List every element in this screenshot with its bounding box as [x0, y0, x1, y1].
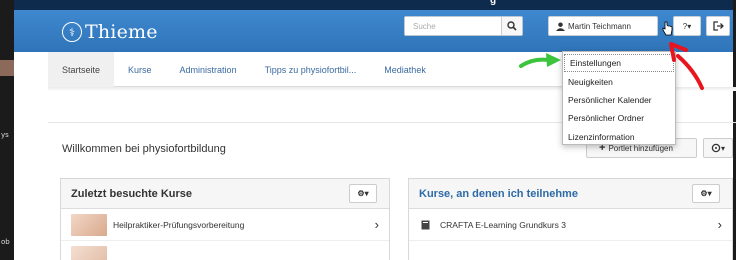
list-item[interactable]: Heilpraktiker-Prüfungsvorbereitung ›	[61, 209, 389, 241]
chevron-down-icon: ▾	[707, 189, 712, 198]
search-icon	[507, 21, 517, 31]
settings-icon	[711, 143, 721, 153]
welcome-heading: Willkommen bei physiofortbildung	[62, 143, 226, 155]
left-background-window: ys ob	[0, 0, 14, 260]
panel-settings-button[interactable]: ⚙ ▾	[349, 184, 377, 203]
top-dark-bar: g	[14, 0, 736, 10]
chevron-down-icon: ▾	[364, 189, 369, 198]
chevron-right-icon: ›	[374, 217, 379, 232]
gear-icon: ⚙	[700, 189, 708, 198]
gear-icon: ⚙	[357, 189, 365, 198]
panel-title: Kurse, an denen ich teilnehme	[419, 187, 578, 200]
background-thumbnail	[0, 60, 14, 76]
green-arrow-annotation	[519, 53, 561, 68]
panel-settings-button[interactable]: ⚙ ▾	[692, 184, 720, 203]
background-text: ys	[1, 131, 9, 139]
menu-item-lizenzinformation[interactable]: Lizenzinformation	[563, 128, 675, 146]
search-box	[404, 16, 523, 36]
panel-header: Kurse, an denen ich teilnehme ⚙ ▾	[409, 179, 732, 209]
screenshot: ys ob g ⚕ Thieme Martin Teichmann ?▾ Sta…	[0, 0, 736, 260]
enrolled-courses-panel: Kurse, an denen ich teilnehme ⚙ ▾ CRAFTA …	[408, 178, 733, 260]
course-thumbnail	[71, 246, 107, 260]
chevron-right-icon: ›	[717, 217, 722, 232]
user-icon	[556, 21, 565, 31]
logo-text: Thieme	[85, 21, 158, 43]
course-thumbnail	[71, 213, 107, 236]
help-label: ?▾	[682, 21, 692, 31]
search-input[interactable]	[405, 17, 501, 35]
thieme-logo[interactable]: ⚕ Thieme	[62, 21, 158, 43]
nav-item-administration[interactable]: Administration	[166, 52, 251, 87]
nav-item-startseite[interactable]: Startseite	[48, 52, 115, 87]
logout-button[interactable]	[706, 16, 730, 36]
menu-item-einstellungen[interactable]: Einstellungen	[564, 54, 674, 73]
user-dropdown-menu: Einstellungen Neuigkeiten Persönlicher K…	[562, 51, 676, 145]
book-icon	[421, 220, 430, 229]
list-item[interactable]	[61, 241, 389, 260]
user-menu-button[interactable]: Martin Teichmann	[548, 16, 658, 36]
red-arrow-annotation	[669, 42, 704, 90]
nav-item-mediathek[interactable]: Mediathek	[370, 52, 440, 87]
course-title: CRAFTA E-Learning Grundkurs 3	[440, 219, 566, 230]
recent-courses-panel: Zuletzt besuchte Kurse ⚙ ▾ Heilpraktiker-…	[60, 178, 390, 260]
page-settings-button[interactable]: ▾	[703, 138, 733, 158]
menu-item-persoenlicher-kalender[interactable]: Persönlicher Kalender	[563, 91, 675, 109]
panel-header: Zuletzt besuchte Kurse ⚙ ▾	[61, 179, 389, 209]
logo-emblem-icon: ⚕	[62, 22, 82, 42]
background-text: ob	[1, 238, 10, 246]
help-menu-button[interactable]: ?▾	[673, 16, 701, 36]
list-item[interactable]: CRAFTA E-Learning Grundkurs 3 ›	[409, 209, 732, 241]
nav-item-kurse[interactable]: Kurse	[114, 52, 166, 87]
main-navigation: Startseite Kurse Administration Tipps zu…	[48, 52, 568, 87]
course-title: Heilpraktiker-Prüfungsvorbereitung	[113, 219, 245, 230]
menu-item-persoenlicher-ordner[interactable]: Persönlicher Ordner	[563, 109, 675, 127]
panel-title: Zuletzt besuchte Kurse	[71, 187, 193, 200]
top-bar-text: g	[490, 0, 497, 6]
user-name: Martin Teichmann	[568, 21, 631, 31]
nav-item-tipps[interactable]: Tipps zu physiofortbil...	[251, 52, 371, 87]
logout-icon	[712, 21, 724, 31]
hand-cursor-icon	[662, 21, 673, 36]
chevron-down-icon: ▾	[720, 143, 725, 153]
search-button[interactable]	[501, 17, 522, 35]
menu-item-neuigkeiten[interactable]: Neuigkeiten	[563, 72, 675, 90]
